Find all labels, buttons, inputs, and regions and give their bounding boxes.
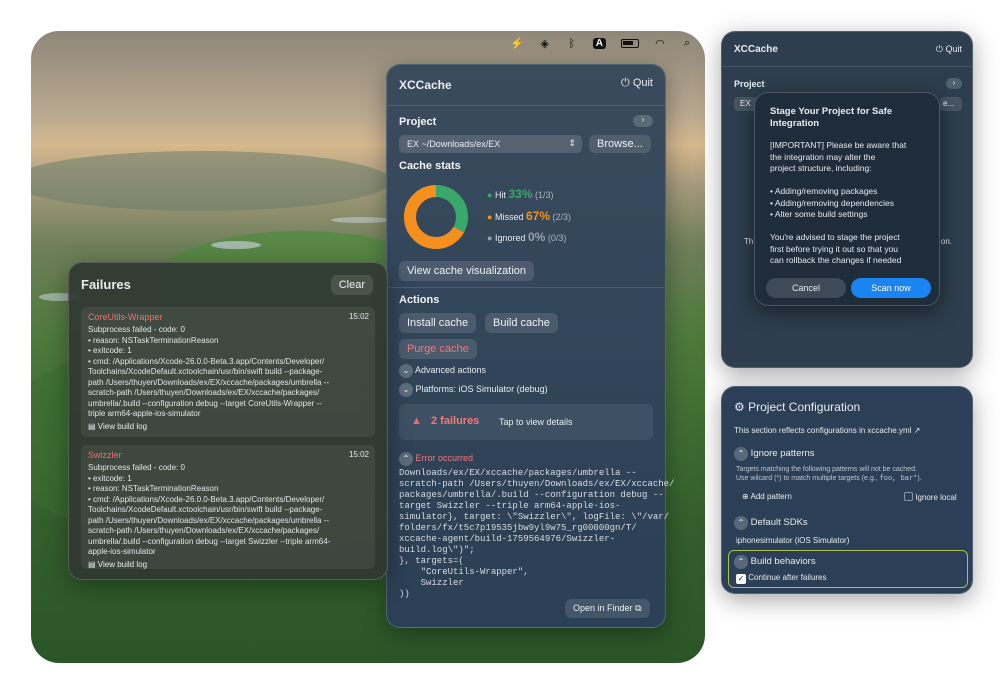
power-icon: ⏻ — [621, 77, 630, 89]
clear-button[interactable]: Clear — [330, 275, 373, 295]
cache-stats-label: Cache stats — [399, 160, 461, 172]
battery-icon[interactable] — [621, 39, 639, 48]
document-icon: ▤ — [88, 560, 96, 569]
chevron-up-icon: ⌃ — [399, 452, 413, 466]
build-behaviors-disclosure[interactable]: ⌃ Build behaviors — [734, 555, 816, 569]
failure-item: CoreUtils-Wrapper 15:02 Subprocess faile… — [81, 307, 375, 437]
chevron-up-icon: ⌃ — [734, 516, 748, 530]
input-source-icon[interactable]: A — [592, 38, 606, 49]
plus-icon: ⊕ — [742, 492, 749, 501]
cancel-button[interactable]: Cancel — [766, 278, 846, 298]
failure-message: Subprocess failed - code: 0 • exitcode: … — [88, 463, 331, 556]
view-build-log-link[interactable]: ▤ View build log — [88, 560, 147, 569]
gear-icon: ⚙ — [734, 400, 745, 414]
finder-icon: ⧉ — [635, 603, 642, 613]
power-icon: ⏻ — [935, 44, 943, 54]
install-cache-button[interactable]: Install cache — [399, 313, 477, 333]
purge-cache-button[interactable]: Purge cache — [399, 339, 477, 359]
build-cache-button[interactable]: Build cache — [485, 313, 558, 333]
box-icon[interactable]: ◈ — [539, 37, 551, 50]
quit-button[interactable]: ⏻ Quit — [621, 77, 653, 90]
actions-label: Actions — [399, 294, 440, 306]
sdk-value: iphonesimulator (iOS Simulator) — [736, 536, 850, 545]
ignored-stat: ● Ignored 0% (0/3) — [487, 230, 567, 244]
menu-bar: ⚡ ◈ ᛒ A ◠ ⌕ — [510, 37, 693, 50]
default-sdks-disclosure[interactable]: ⌃ Default SDKs — [734, 516, 808, 530]
app-title: XCCache — [399, 78, 452, 92]
add-pattern-button[interactable]: ⊕ Add pattern — [742, 492, 792, 501]
quit-button[interactable]: ⏻ Quit — [936, 44, 962, 55]
failure-item: Swizzler 15:02 Subprocess failed - code:… — [81, 445, 375, 569]
config-description: This section reflects configurations in … — [734, 426, 921, 435]
platforms-disclosure[interactable]: ⌄ Platforms: iOS Simulator (debug) — [399, 383, 548, 397]
modal-title: Stage Your Project for Safe Integration — [770, 106, 893, 129]
view-cache-visualization-button[interactable]: View cache visualization — [399, 261, 535, 281]
failures-banner[interactable]: ▲ 2 failures Tap to view details — [399, 404, 653, 440]
scan-now-button[interactable]: Scan now — [851, 278, 931, 298]
project-label: Project — [399, 116, 437, 128]
chevron-right-icon[interactable]: › — [946, 78, 962, 89]
error-log: Downloads/ex/EX/xccache/packages/umbrell… — [399, 468, 675, 599]
ignore-local-checkbox[interactable]: Ignore local — [904, 492, 957, 502]
error-disclosure[interactable]: ⌃ Error occurred — [399, 452, 473, 466]
stage-project-modal: Stage Your Project for Safe Integration … — [754, 92, 940, 306]
updown-icon: ⇕ — [568, 138, 576, 148]
hit-stat: ● Hit 33% (1/3) — [487, 187, 554, 201]
ignore-patterns-disclosure[interactable]: ⌃ Ignore patterns — [734, 447, 815, 461]
link-icon: ↗ — [913, 426, 921, 435]
missed-stat: ● Missed 67% (2/3) — [487, 209, 572, 223]
chevron-up-icon: ⌃ — [734, 555, 748, 569]
bluetooth-icon[interactable]: ᛒ — [566, 38, 578, 50]
config-title: ⚙ Project Configuration — [734, 400, 861, 414]
chevron-down-icon: ⌄ — [399, 383, 413, 397]
wifi-icon[interactable]: ◠ — [654, 37, 666, 50]
failures-popover: Failures Clear CoreUtils-Wrapper 15:02 S… — [68, 262, 388, 580]
chevron-up-icon: ⌃ — [734, 447, 748, 461]
open-in-finder-button[interactable]: Open in Finder ⧉ — [565, 599, 650, 618]
xccache-popover: XCCache ⏻ Quit Project › EX ~/Downloads/… — [386, 64, 674, 628]
project-configuration-panel: ⚙ Project Configuration This section ref… — [721, 386, 973, 594]
project-select[interactable]: EX ~/Downloads/ex/EX ⇕ — [399, 135, 582, 153]
project-chevron-icon[interactable]: › — [633, 115, 653, 127]
continue-after-failures-checkbox[interactable]: ✓ Continue after failures — [736, 573, 827, 584]
modal-body: [IMPORTANT] Please be aware that the int… — [770, 140, 907, 265]
warning-icon: ▲ — [411, 415, 422, 427]
failures-title: Failures — [81, 277, 131, 292]
browse-button[interactable]: Browse... — [589, 135, 651, 153]
document-icon: ▤ — [88, 422, 96, 431]
failure-message: Subprocess failed - code: 0 • reason: NS… — [88, 325, 330, 418]
search-icon[interactable]: ⌕ — [681, 37, 693, 50]
advanced-actions-disclosure[interactable]: ⌄ Advanced actions — [399, 364, 486, 378]
cache-donut-chart — [404, 185, 468, 249]
bolt-icon[interactable]: ⚡ — [510, 37, 524, 50]
view-build-log-link[interactable]: ▤ View build log — [88, 422, 147, 431]
chevron-down-icon: ⌄ — [399, 364, 413, 378]
checkmark-icon: ✓ — [736, 574, 746, 584]
